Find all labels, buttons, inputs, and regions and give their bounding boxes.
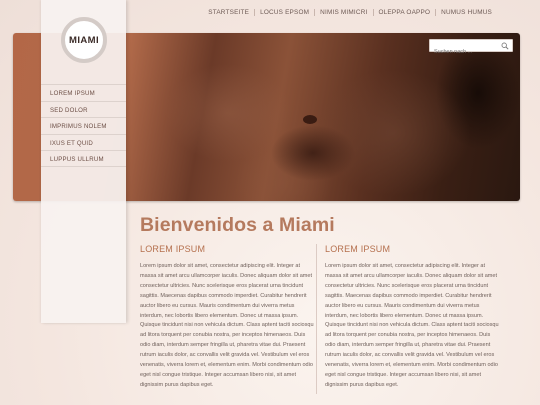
search-input[interactable]	[430, 46, 500, 58]
sidebar-item-lorem-ipsum[interactable]: LOREM IPSUM	[41, 84, 126, 101]
sidebar-item-ixus-et-quid[interactable]: IXUS ET QUID	[41, 133, 126, 151]
top-navigation: STARTSEITE LOCUS EPSOM NIMIS MIMICRI OLE…	[203, 9, 497, 16]
sidebar-item-sed-dolor[interactable]: SED DOLOR	[41, 100, 126, 118]
hero-image-detail	[303, 115, 317, 124]
search-icon[interactable]	[501, 42, 509, 50]
column-title: LOREM IPSUM	[325, 244, 391, 254]
sidebar-menu: LOREM IPSUM SED DOLOR IMPRIMUS NOLEM IXU…	[41, 84, 126, 167]
nav-link-oleppa-oappo[interactable]: OLEPPA OAPPO	[374, 9, 436, 16]
column-divider	[316, 244, 317, 394]
nav-link-nimis-mimicri[interactable]: NIMIS MIMICRI	[315, 9, 372, 16]
column-text: Lorem ipsum dolor sit amet, consectetur …	[325, 263, 499, 388]
column-text: Lorem ipsum dolor sit amet, consectetur …	[140, 263, 314, 388]
nav-link-startseite[interactable]: STARTSEITE	[203, 9, 254, 16]
content-column-left: LOREM IPSUM Lorem ipsum dolor sit amet, …	[140, 244, 316, 391]
nav-link-numus-humus[interactable]: NUMUS HUMUS	[436, 9, 497, 16]
content-column-right: LOREM IPSUM Lorem ipsum dolor sit amet, …	[325, 244, 501, 391]
column-title: LOREM IPSUM	[140, 244, 206, 254]
search-box	[429, 39, 513, 58]
sidebar: MIAMI LOREM IPSUM SED DOLOR IMPRIMUS NOL…	[41, 0, 126, 323]
nav-link-locus-epsom[interactable]: LOCUS EPSOM	[255, 9, 314, 16]
sidebar-item-luppus-ullrum[interactable]: LUPPUS ULLRUM	[41, 150, 126, 167]
page-title: Bienvenidos a Miami	[140, 214, 335, 236]
sidebar-item-imprimus-nolem[interactable]: IMPRIMUS NOLEM	[41, 117, 126, 134]
logo[interactable]: MIAMI	[61, 17, 107, 63]
